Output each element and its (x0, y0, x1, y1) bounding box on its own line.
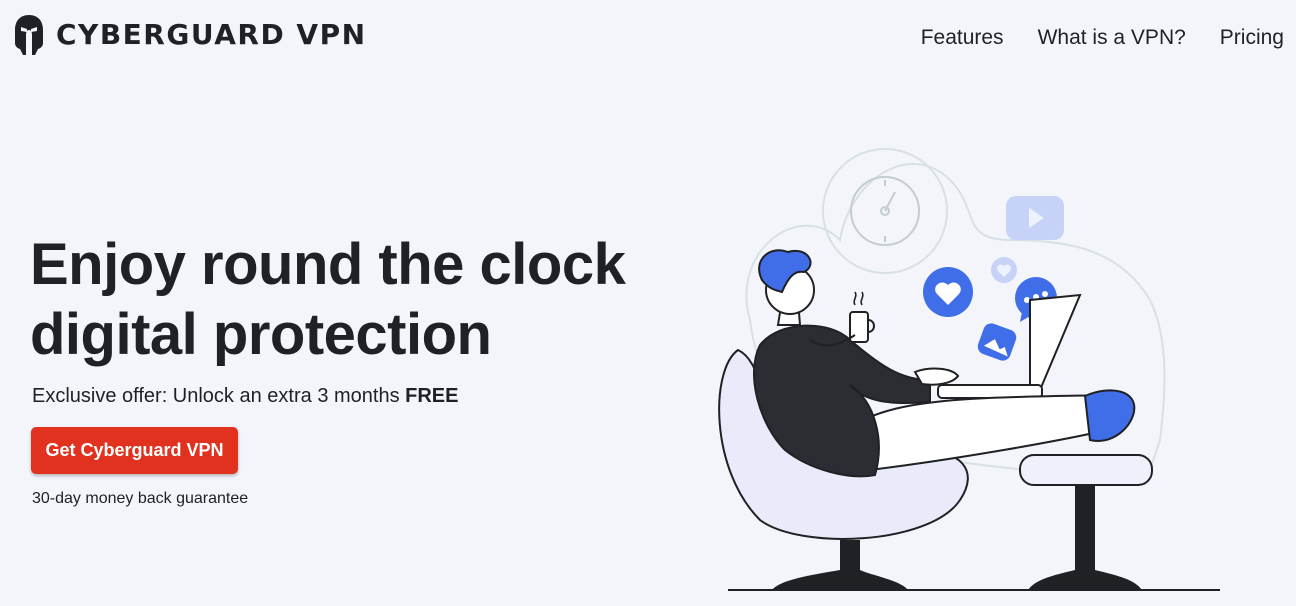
hero-illustration (718, 148, 1220, 591)
chair-base (772, 540, 908, 590)
person-hand (913, 367, 960, 386)
spartan-helmet-icon (15, 15, 43, 55)
hero-title-line-1: Enjoy round the clock (30, 232, 626, 297)
ottoman (1019, 454, 1153, 590)
image-icon (977, 323, 1017, 361)
person-socks (1083, 389, 1136, 442)
offer-free: FREE (405, 385, 459, 407)
clock-icon (822, 148, 948, 274)
heart-icon (923, 267, 973, 317)
hero-title: Enjoy round the clock digital protection (30, 230, 626, 370)
logo-text: CYBERGUARD VPN (56, 18, 367, 51)
offer-text-main: Exclusive offer: Unlock an extra 3 month… (32, 385, 406, 407)
offer-text: Exclusive offer: Unlock an extra 3 month… (32, 385, 458, 408)
main-nav: Features What is a VPN? Pricing (921, 26, 1284, 50)
hero-title-line-2: digital protection (30, 302, 492, 367)
site-header: CYBERGUARD VPN Features What is a VPN? P… (0, 0, 1296, 76)
get-vpn-button[interactable]: Get Cyberguard VPN (31, 427, 238, 474)
guarantee-text: 30-day money back guarantee (32, 490, 249, 507)
logo[interactable]: CYBERGUARD VPN (14, 13, 367, 57)
nav-features[interactable]: Features (921, 26, 1004, 50)
nav-pricing[interactable]: Pricing (1220, 26, 1284, 50)
nav-what-is-vpn[interactable]: What is a VPN? (1038, 26, 1186, 50)
video-icon (1006, 196, 1064, 240)
small-heart-icon (991, 257, 1017, 283)
person-head (758, 249, 815, 326)
coffee-cup-icon (849, 291, 875, 343)
